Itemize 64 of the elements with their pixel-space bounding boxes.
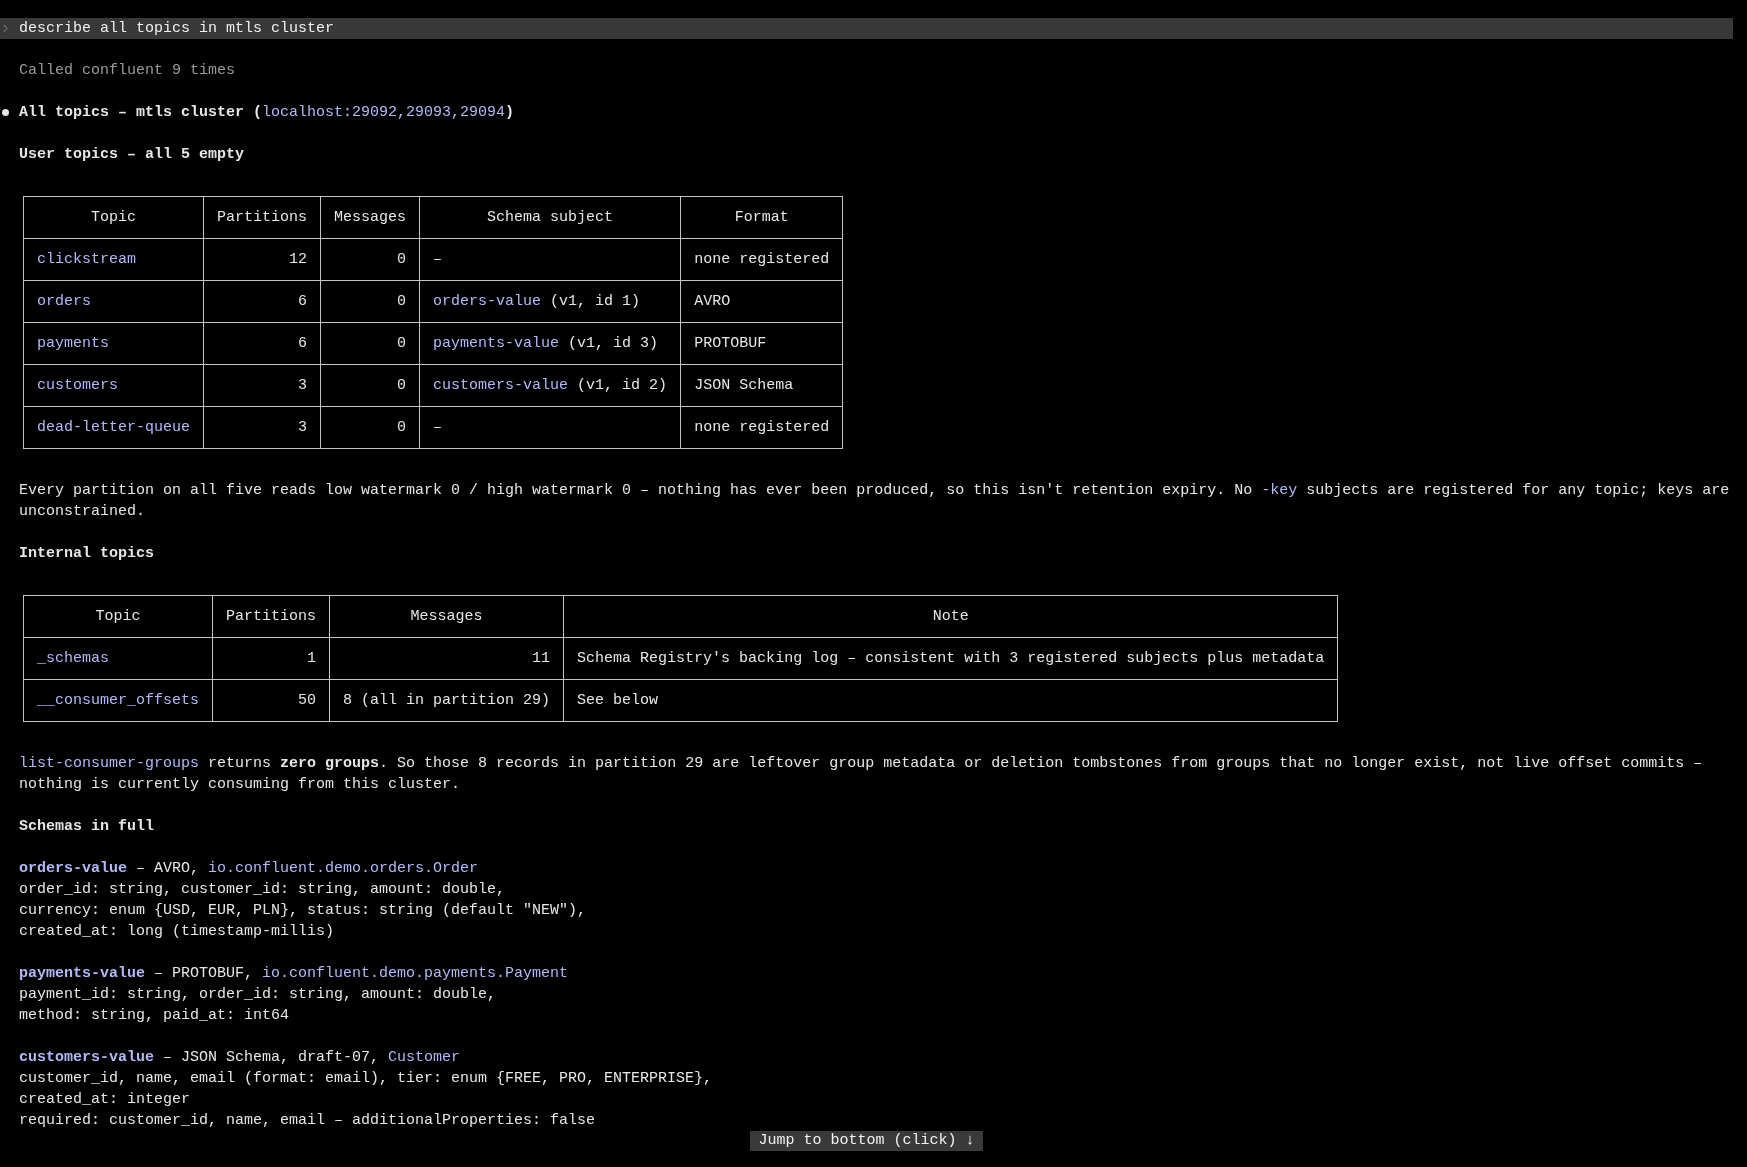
table-cell: 1 [212, 637, 330, 680]
column-header: Messages [329, 595, 564, 638]
column-header: Format [680, 196, 843, 239]
schema-line: customer_id, name, email (format: email), tier: enum {FREE, PRO, ENTERPRISE}, [19, 1069, 714, 1089]
table-cell: JSON Schema [680, 364, 843, 407]
table-cell: AVRO [680, 280, 843, 323]
schema-title: payments-value – PROTOBUF, io.confluent.demo.payments.Payment [19, 964, 570, 984]
table-cell: 0 [320, 406, 420, 449]
section-heading: Internal topics [19, 544, 156, 564]
table-cell: none registered [680, 238, 843, 281]
schema-line: created_at: integer [19, 1090, 192, 1110]
table-cell: orders-value (v1, id 1) [419, 280, 681, 323]
schema-title: customers-value – JSON Schema, draft-07, Customer [19, 1048, 462, 1068]
table-cell: 3 [203, 364, 321, 407]
column-header: Partitions [212, 595, 330, 638]
column-header: Messages [320, 196, 420, 239]
table-cell: 0 [320, 280, 420, 323]
table-cell: 0 [320, 364, 420, 407]
schema-title: orders-value – AVRO, io.confluent.demo.orders.Order [19, 859, 480, 879]
table-cell: 8 (all in partition 29) [329, 679, 564, 722]
schema-line: order_id: string, customer_id: string, amount: double, [19, 880, 507, 900]
schema-line: currency: enum {USD, EUR, PLN}, status: string (default "NEW"), [19, 901, 588, 921]
column-header: Topic [23, 595, 213, 638]
section-heading: Schemas in full [19, 817, 156, 837]
table-cell: payments-value (v1, id 3) [419, 322, 681, 365]
table-cell: PROTOBUF [680, 322, 843, 365]
section-heading: User topics – all 5 empty [19, 145, 246, 165]
table-cell: 0 [320, 238, 420, 281]
table-cell: none registered [680, 406, 843, 449]
chevron-icon [3, 24, 8, 33]
table-cell: – [419, 406, 681, 449]
table-cell: customers-value (v1, id 2) [419, 364, 681, 407]
response-heading: All topics – mtls cluster (localhost:29092,29093,29094) [19, 103, 515, 123]
table-cell: 6 [203, 322, 321, 365]
body-text: list-consumer-groups returns zero groups. So those 8 records in partition 29 are leftover group metadata or deletion tombstones from groups that no longer exist, not live offset commits – nothing is currently consuming from this cluster. [19, 754, 1704, 795]
table-cell: 6 [203, 280, 321, 323]
table-cell: orders [23, 280, 204, 323]
column-header: Topic [23, 196, 204, 239]
table-cell: __consumer_offsets [23, 679, 213, 722]
bullet-icon [2, 109, 9, 116]
schema-line: required: customer_id, name, email – additionalProperties: false [19, 1111, 597, 1131]
table-cell: Schema Registry's backing log – consistent with 3 registered subjects plus metadata [563, 637, 1338, 680]
column-header: Note [563, 595, 1338, 638]
schema-line: created_at: long (timestamp-millis) [19, 922, 336, 942]
table-cell: customers [23, 364, 204, 407]
column-header: Partitions [203, 196, 321, 239]
table-cell: 12 [203, 238, 321, 281]
body-text: Every partition on all five reads low watermark 0 / high watermark 0 – nothing has ever been produced, so this isn't retention expiry. No -key subjects are registered for any topic; keys are unconstrained. [19, 481, 1731, 522]
table-cell: dead-letter-queue [23, 406, 204, 449]
table-cell: 3 [203, 406, 321, 449]
table-cell: 11 [329, 637, 564, 680]
schema-line: method: string, paid_at: int64 [19, 1006, 291, 1026]
column-header: Schema subject [419, 196, 681, 239]
table-cell: See below [563, 679, 1338, 722]
table-cell: – [419, 238, 681, 281]
schema-line: payment_id: string, order_id: string, amount: double, [19, 985, 498, 1005]
table-cell: clickstream [23, 238, 204, 281]
table-cell: payments [23, 322, 204, 365]
table-cell: 0 [320, 322, 420, 365]
jump-to-bottom-button[interactable]: Jump to bottom (click) ↓ [750, 1131, 983, 1151]
prompt-text: describe all topics in mtls cluster [19, 19, 335, 39]
table-cell: 50 [212, 679, 330, 722]
tool-call-summary: Called confluent 9 times [18, 61, 237, 81]
table-cell: _schemas [23, 637, 213, 680]
